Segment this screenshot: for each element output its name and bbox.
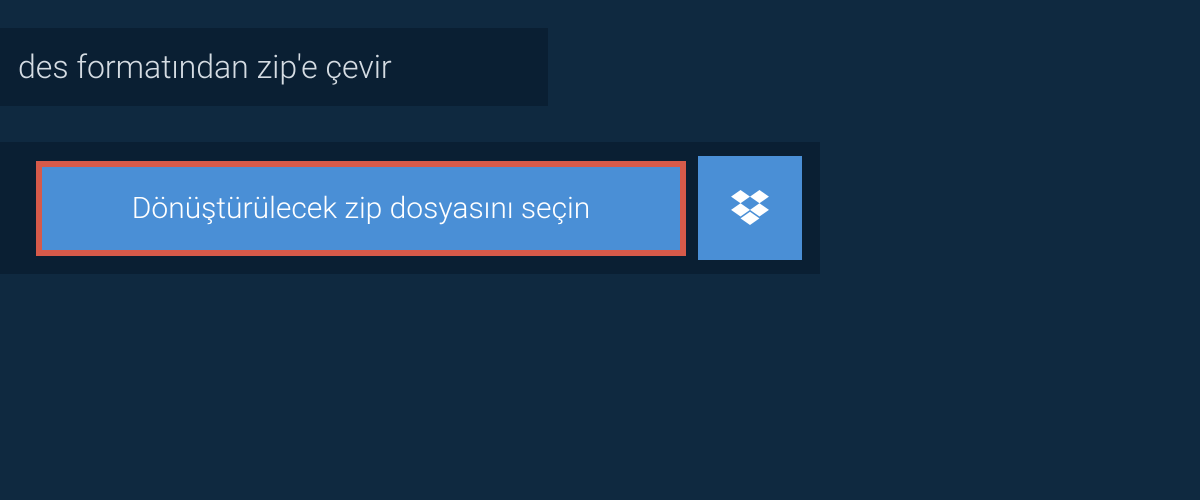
dropbox-icon bbox=[731, 190, 769, 226]
page-title-tab: des formatından zip'e çevir bbox=[0, 28, 548, 106]
dropbox-button[interactable] bbox=[698, 156, 802, 260]
select-file-label: Dönüştürülecek zip dosyasını seçin bbox=[132, 191, 591, 226]
page-title: des formatından zip'e çevir bbox=[18, 48, 392, 86]
upload-area: Dönüştürülecek zip dosyasını seçin bbox=[0, 142, 820, 274]
select-file-button[interactable]: Dönüştürülecek zip dosyasını seçin bbox=[36, 161, 686, 256]
